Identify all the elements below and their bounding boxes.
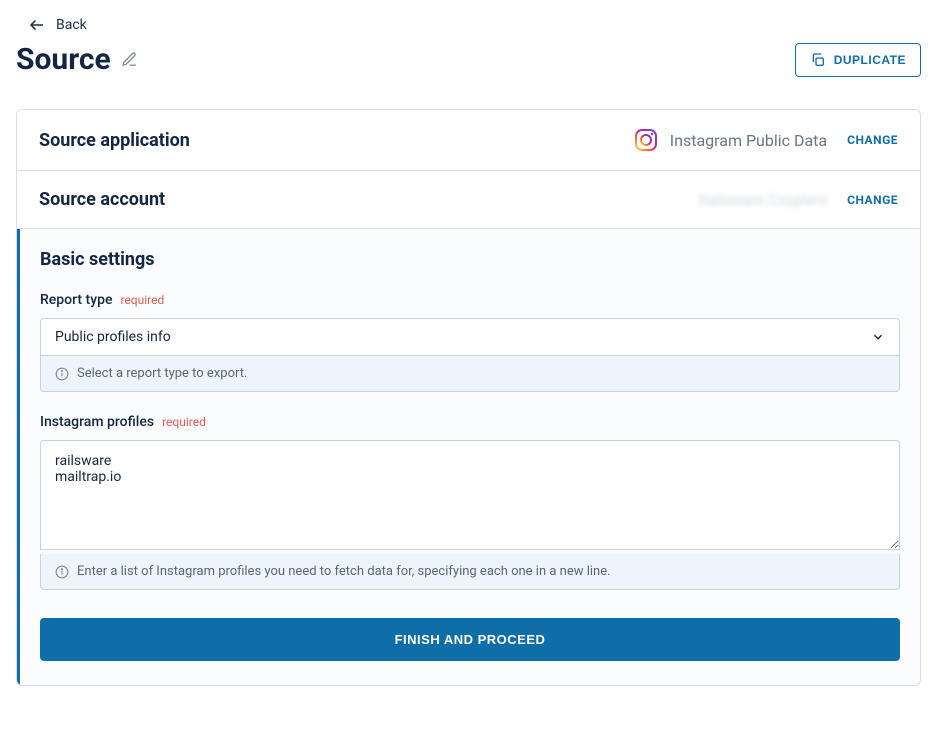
copy-icon [810,52,826,68]
source-account-section: Source account Railsware Couplers CHANGE [17,171,920,229]
back-label: Back [56,17,87,33]
source-application-title: Source application [39,130,190,151]
basic-settings-heading: Basic settings [40,249,900,270]
source-application-section: Source application [17,110,920,171]
profiles-hint-text: Enter a list of Instagram profiles you n… [77,564,611,579]
report-type-label: Report type [40,292,112,308]
page-title: Source [16,42,111,77]
duplicate-button[interactable]: DUPLICATE [795,43,921,77]
report-type-value: Public profiles info [55,329,171,345]
source-account-right: Railsware Couplers CHANGE [699,191,898,209]
source-account-title: Source account [39,189,165,210]
report-type-select-wrap: Public profiles info [40,318,900,356]
source-card: Source application [16,109,921,686]
report-type-select[interactable]: Public profiles info [40,318,900,356]
back-link[interactable]: Back [28,16,87,34]
page-header: Source DUPLICATE [16,42,921,77]
edit-icon[interactable] [121,51,138,68]
profiles-textarea[interactable] [40,440,900,550]
finish-and-proceed-button[interactable]: FINISH AND PROCEED [40,618,900,661]
chevron-down-icon [871,330,885,344]
report-type-label-row: Report type required [40,292,900,308]
source-account-name: Railsware Couplers [699,191,827,209]
profiles-hint: Enter a list of Instagram profiles you n… [40,554,900,590]
title-group: Source [16,42,138,77]
profiles-label: Instagram profiles [40,414,154,430]
report-type-hint: Select a report type to export. [40,356,900,392]
arrow-left-icon [28,16,46,34]
source-application-value: Instagram Public Data [634,128,827,152]
instagram-icon [634,128,658,152]
source-application-name: Instagram Public Data [670,131,827,150]
report-type-hint-text: Select a report type to export. [77,366,247,381]
info-icon [55,367,69,381]
profiles-label-row: Instagram profiles required [40,414,900,430]
basic-settings-section: Basic settings Report type required Publ… [17,229,920,685]
profiles-required: required [162,415,206,429]
duplicate-label: DUPLICATE [834,53,906,67]
info-icon [55,565,69,579]
change-account-link[interactable]: CHANGE [847,193,898,207]
source-application-right: Instagram Public Data CHANGE [634,128,898,152]
report-type-required: required [120,293,164,307]
change-application-link[interactable]: CHANGE [847,133,898,147]
